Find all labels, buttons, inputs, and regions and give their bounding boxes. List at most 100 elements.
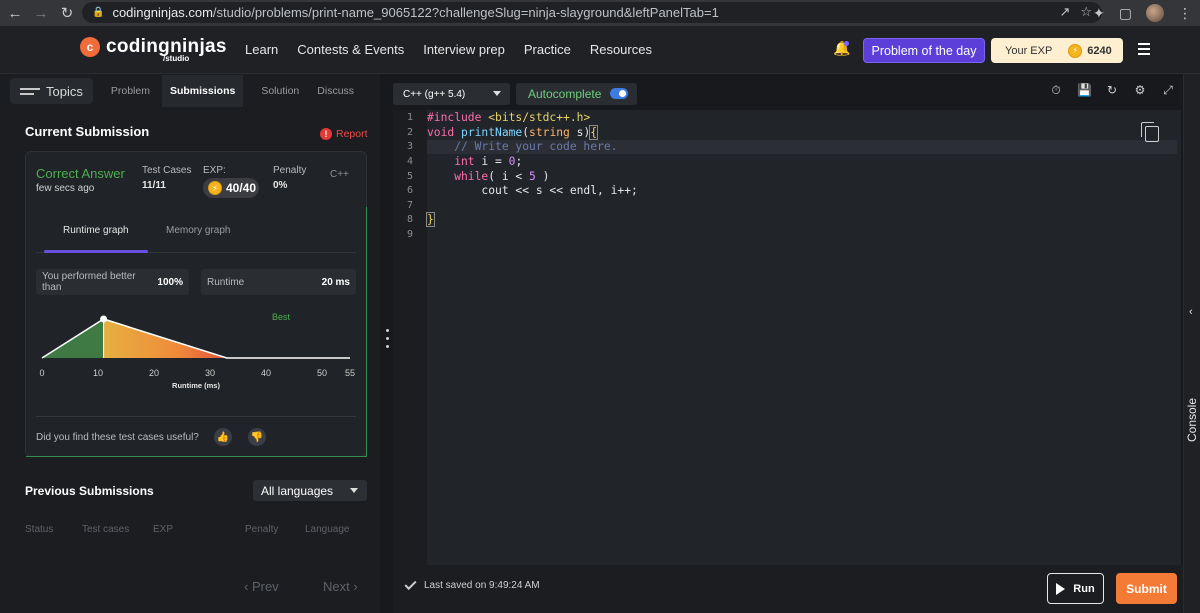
editor-toolbar: ⏱ 💾 ↻ ⚙ ⤢ (1049, 83, 1175, 98)
profile-avatar[interactable] (1146, 4, 1164, 22)
line-number: 3 (407, 141, 414, 152)
penalty-label: Penalty (273, 165, 307, 176)
line-number: 6 (407, 185, 414, 196)
alert-icon: ! (320, 128, 332, 140)
exp-label: EXP: (203, 165, 226, 176)
topics-menu-icon (20, 85, 40, 98)
col-exp: EXP (153, 524, 174, 535)
test-cases-value: 11/11 (142, 180, 166, 191)
tab-discuss[interactable]: Discuss (317, 85, 354, 97)
submit-button[interactable]: Submit (1116, 573, 1177, 604)
share-icon[interactable]: ↗ (1059, 4, 1070, 20)
notification-bell-icon[interactable]: 🔔 (833, 40, 850, 58)
status-correct-answer: Correct Answer (36, 166, 125, 181)
coin-icon: ⚡ (1068, 43, 1083, 58)
lock-icon: 🔒 (92, 7, 105, 18)
browser-menu-icon[interactable]: ⋮ (1178, 5, 1192, 22)
thumbs-up-icon[interactable]: 👍 (214, 428, 232, 446)
chart-best-point (100, 315, 108, 323)
exp-label: Your EXP (1005, 44, 1053, 57)
tab-solution[interactable]: Solution (261, 85, 299, 97)
code-line-2: void printName(string s){ (427, 125, 599, 140)
code-line-4: int i = 0; (427, 155, 523, 168)
chart-x-tick: 20 (149, 368, 159, 378)
line-number: 2 (407, 127, 414, 138)
run-button[interactable]: Run (1047, 573, 1104, 604)
console-label: Console (1185, 397, 1199, 442)
address-bar[interactable]: 🔒 codingninjas.com /studio/problems/prin… (82, 2, 1102, 23)
side-panel-icon[interactable]: ▢ (1119, 5, 1132, 22)
previous-submissions-title: Previous Submissions (25, 484, 154, 498)
exp-value: 6240 (1087, 44, 1112, 57)
submission-card: Correct Answer few secs ago Test Cases 1… (25, 151, 367, 457)
top-nav: Learn Contests & Events Interview prep P… (245, 42, 671, 57)
current-submission-title: Current Submission (25, 124, 150, 139)
test-cases-label: Test Cases (142, 165, 192, 176)
notification-dot (844, 41, 849, 46)
fullscreen-icon[interactable]: ⤢ (1161, 83, 1175, 98)
logo-mark-icon: c (80, 37, 100, 57)
code-line-8: } (426, 212, 435, 227)
last-saved-text: Last saved on 9:49:24 AM (424, 580, 540, 591)
code-line-3: // Write your code here. (427, 140, 618, 153)
exp-earned-value: 40/40 (226, 181, 257, 195)
settings-gear-icon[interactable]: ⚙ (1133, 83, 1147, 98)
toggle-switch[interactable] (610, 88, 628, 99)
save-icon[interactable]: 💾 (1077, 83, 1092, 98)
col-language: Language (305, 524, 350, 535)
site-header: c codingninjas /studio Learn Contests & … (0, 26, 1200, 74)
line-number: 4 (407, 156, 414, 167)
run-label: Run (1073, 582, 1095, 595)
tab-runtime-graph[interactable]: Runtime graph (63, 225, 129, 236)
timer-icon[interactable]: ⏱ (1049, 83, 1063, 98)
left-tabs: Topics Problem Submissions Solution Disc… (0, 74, 380, 108)
codingninjas-logo[interactable]: c codingninjas (80, 36, 227, 58)
card-divider (36, 416, 356, 417)
reload-icon[interactable]: ↻ (56, 2, 78, 24)
prev-page-button[interactable]: ‹ Prev (244, 579, 279, 594)
runtime-value: 20 ms (321, 276, 350, 288)
tab-submissions[interactable]: Submissions (161, 75, 244, 107)
your-exp-badge[interactable]: Your EXP ⚡ 6240 (991, 38, 1123, 63)
nav-practice[interactable]: Practice (524, 42, 571, 57)
coin-icon: ⚡ (208, 181, 222, 195)
nav-contests-events[interactable]: Contests & Events (297, 42, 404, 57)
problem-of-the-day-button[interactable]: Problem of the day (863, 38, 985, 63)
bookmark-star-icon[interactable]: ☆ (1080, 4, 1092, 20)
code-line-5: while( i < 5 ) (427, 170, 550, 183)
topics-button[interactable]: Topics (10, 78, 93, 104)
hamburger-menu-icon[interactable] (1138, 43, 1150, 58)
next-page-button[interactable]: Next › (323, 579, 358, 594)
chart-x-axis-label: Runtime (ms) (172, 381, 220, 390)
panel-resize-handle[interactable] (386, 329, 390, 353)
code-editor[interactable]: 1 2 3 4 5 6 7 8 9 #include <bits/stdc++.… (393, 110, 1181, 565)
chevron-down-icon (350, 488, 358, 493)
language-filter-select[interactable]: All languages (253, 480, 367, 501)
chevron-left-icon[interactable]: ‹ (1189, 306, 1193, 318)
autocomplete-toggle[interactable]: Autocomplete (516, 83, 637, 105)
nav-learn[interactable]: Learn (245, 42, 278, 57)
code-line-1: #include <bits/stdc++.h> (427, 111, 591, 124)
tab-memory-graph[interactable]: Memory graph (166, 225, 230, 236)
forward-arrow-icon[interactable]: → (30, 2, 52, 24)
nav-interview-prep[interactable]: Interview prep (423, 42, 505, 57)
language-dropdown[interactable]: C++ (g++ 5.4) (393, 83, 510, 105)
extensions-puzzle-icon[interactable]: ✦ (1093, 5, 1105, 22)
performed-value: 100% (157, 276, 183, 288)
tab-problem[interactable]: Problem (111, 85, 150, 97)
runtime-chart: 0 10 20 30 40 50 55 Runtime (ms) Best (39, 312, 355, 390)
chart-legend-label: Best (272, 312, 291, 322)
back-arrow-icon[interactable]: ← (4, 2, 26, 24)
nav-resources[interactable]: Resources (590, 42, 652, 57)
report-button[interactable]: ! Report (320, 128, 368, 140)
thumbs-down-icon[interactable]: 👎 (248, 428, 266, 446)
chart-x-tick: 0 (39, 368, 44, 378)
chart-x-tick: 55 (345, 368, 355, 378)
chart-area (41, 315, 350, 359)
language-dropdown-value: C++ (g++ 5.4) (403, 88, 466, 100)
chart-x-tick: 40 (261, 368, 271, 378)
reset-icon[interactable]: ↻ (1105, 83, 1119, 98)
console-panel-tab[interactable]: ‹ Console (1183, 74, 1200, 613)
submission-time: few secs ago (36, 183, 95, 194)
copy-icon[interactable] (1141, 122, 1159, 142)
